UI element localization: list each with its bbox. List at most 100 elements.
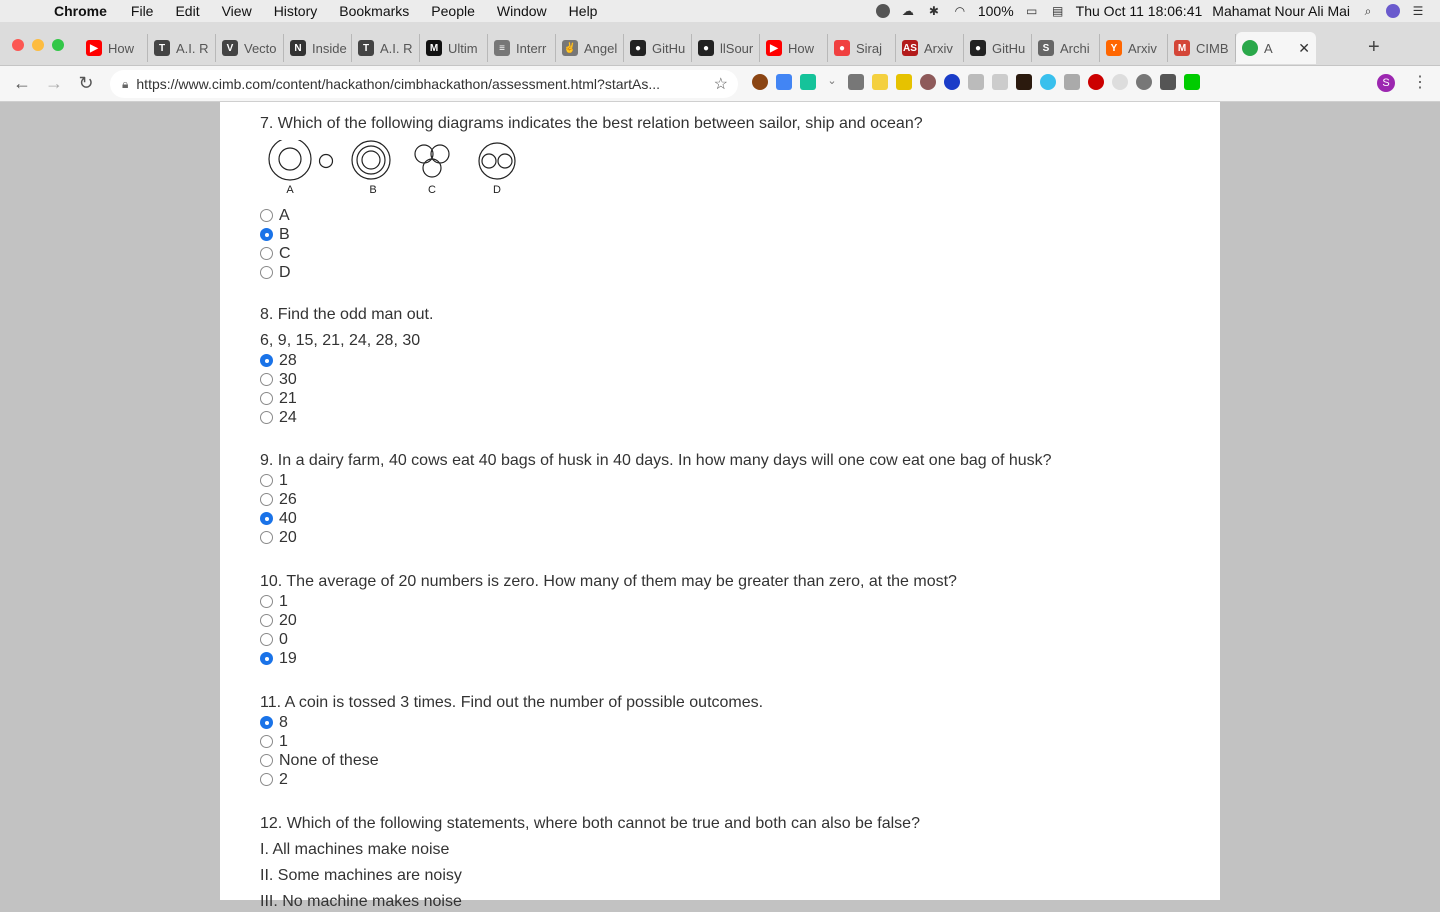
chat-icon[interactable] [1136,74,1152,90]
radio-button[interactable] [260,247,273,260]
answer-option[interactable]: 28 [260,351,433,370]
browser-tab[interactable]: ● Siraj [828,34,896,62]
browser-tab[interactable]: N Inside [284,34,352,62]
answer-option[interactable]: 20 [260,611,957,630]
battery-icon[interactable]: ▭ [1024,4,1040,18]
bluetooth-icon[interactable]: ✱ [926,4,942,18]
answer-option[interactable]: 0 [260,630,957,649]
menu-file[interactable]: File [131,3,154,19]
browser-tab[interactable]: Y Arxiv [1100,34,1168,62]
radio-button[interactable] [260,392,273,405]
lock-icon[interactable]: 🔒︎ [122,77,128,92]
radio-button[interactable] [260,735,273,748]
creative-cloud-icon[interactable]: ☁ [900,4,916,18]
browser-tab[interactable]: ▶ How [760,34,828,62]
spotlight-icon[interactable]: ⌕ [1360,4,1376,18]
highlighter-icon[interactable] [896,74,912,90]
d-extension-icon[interactable] [944,74,960,90]
radio-button[interactable] [260,512,273,525]
zoom-window-button[interactable] [52,39,64,51]
radio-button[interactable] [260,411,273,424]
answer-option[interactable]: 1 [260,471,1052,490]
radio-button[interactable] [260,228,273,241]
radio-button[interactable] [260,373,273,386]
menu-help[interactable]: Help [569,3,598,19]
translate-extension-icon[interactable] [776,74,792,90]
clock[interactable]: Thu Oct 11 18:06:41 [1076,3,1203,19]
k-extension-icon[interactable] [1016,74,1032,90]
bookmark-star-icon[interactable]: ☆ [714,74,728,94]
answer-option[interactable]: 1 [260,732,763,751]
chrome-menu-icon[interactable]: ⋮ [1412,72,1428,92]
menu-bookmarks[interactable]: Bookmarks [339,3,409,19]
browser-tab-active[interactable]: A ✕ [1236,32,1316,64]
answer-option[interactable]: 2 [260,770,763,789]
extension-icon[interactable] [848,74,864,90]
radio-button[interactable] [260,773,273,786]
radio-button[interactable] [260,493,273,506]
extension-icon[interactable] [1112,74,1128,90]
close-tab-icon[interactable]: ✕ [1298,40,1310,57]
adblock-icon[interactable] [1088,74,1104,90]
sticky-notes-icon[interactable] [872,74,888,90]
cloud-icon[interactable] [992,74,1008,90]
radio-button[interactable] [260,614,273,627]
browser-tab[interactable]: ▶ How [80,34,148,62]
answer-option[interactable]: 30 [260,370,433,389]
browser-tab[interactable]: ● llSour [692,34,760,62]
address-bar[interactable]: 🔒︎ https://www.cimb.com/content/hackatho… [110,70,738,98]
forward-button[interactable]: → [38,73,70,94]
shield-icon[interactable] [1160,74,1176,90]
minimize-window-button[interactable] [32,39,44,51]
answer-option[interactable]: B [260,225,923,244]
grammar-extension-icon[interactable] [800,74,816,90]
url-text[interactable]: https://www.cimb.com/content/hackathon/c… [136,76,713,92]
radio-button[interactable] [260,266,273,279]
extension-icon[interactable] [1184,74,1200,90]
browser-tab[interactable]: AS Arxiv [896,34,964,62]
grid-icon[interactable] [1064,74,1080,90]
answer-option[interactable]: 40 [260,509,1052,528]
browser-tab[interactable]: S Archi [1032,34,1100,62]
wifi-icon[interactable]: ◠ [952,4,968,18]
menu-history[interactable]: History [274,3,318,19]
flag-icon[interactable]: ▤ [1050,4,1066,18]
back-button[interactable]: ← [6,73,38,94]
chevron-down-icon[interactable]: ⌄ [824,74,840,90]
browser-tab[interactable]: ✌ Angel [556,34,624,62]
answer-option[interactable]: 1 [260,592,957,611]
answer-option[interactable]: 26 [260,490,1052,509]
answer-option[interactable]: D [260,263,923,282]
answer-option[interactable]: 8 [260,713,763,732]
radio-button[interactable] [260,633,273,646]
browser-tab[interactable]: M CIMB [1168,34,1236,62]
close-window-button[interactable] [12,39,24,51]
browser-tab[interactable]: ● GitHu [964,34,1032,62]
answer-option[interactable]: A [260,206,923,225]
notification-icon[interactable] [875,4,890,18]
answer-option[interactable]: None of these [260,751,763,770]
answer-option[interactable]: 24 [260,408,433,427]
browser-tab[interactable]: T A.I. R [148,34,216,62]
extension-icon[interactable] [1040,74,1056,90]
radio-button[interactable] [260,754,273,767]
menu-app-name[interactable]: Chrome [54,3,107,19]
browser-tab[interactable]: ● GitHu [624,34,692,62]
menu-people[interactable]: People [431,3,475,19]
answer-option[interactable]: C [260,244,923,263]
answer-option[interactable]: 20 [260,528,1052,547]
browser-tab[interactable]: ≡ Interr [488,34,556,62]
browser-tab[interactable]: M Ultim [420,34,488,62]
new-tab-button[interactable]: + [1368,36,1380,59]
answer-option[interactable]: 19 [260,649,957,668]
radio-button[interactable] [260,652,273,665]
extension-icon[interactable] [752,74,768,90]
radio-button[interactable] [260,595,273,608]
radio-button[interactable] [260,209,273,222]
browser-tab[interactable]: V Vecto [216,34,284,62]
radio-button[interactable] [260,716,273,729]
answer-option[interactable]: 21 [260,389,433,408]
notification-center-icon[interactable]: ☰ [1410,4,1426,18]
reload-button[interactable]: ↻ [70,73,102,94]
browser-tab[interactable]: T A.I. R [352,34,420,62]
